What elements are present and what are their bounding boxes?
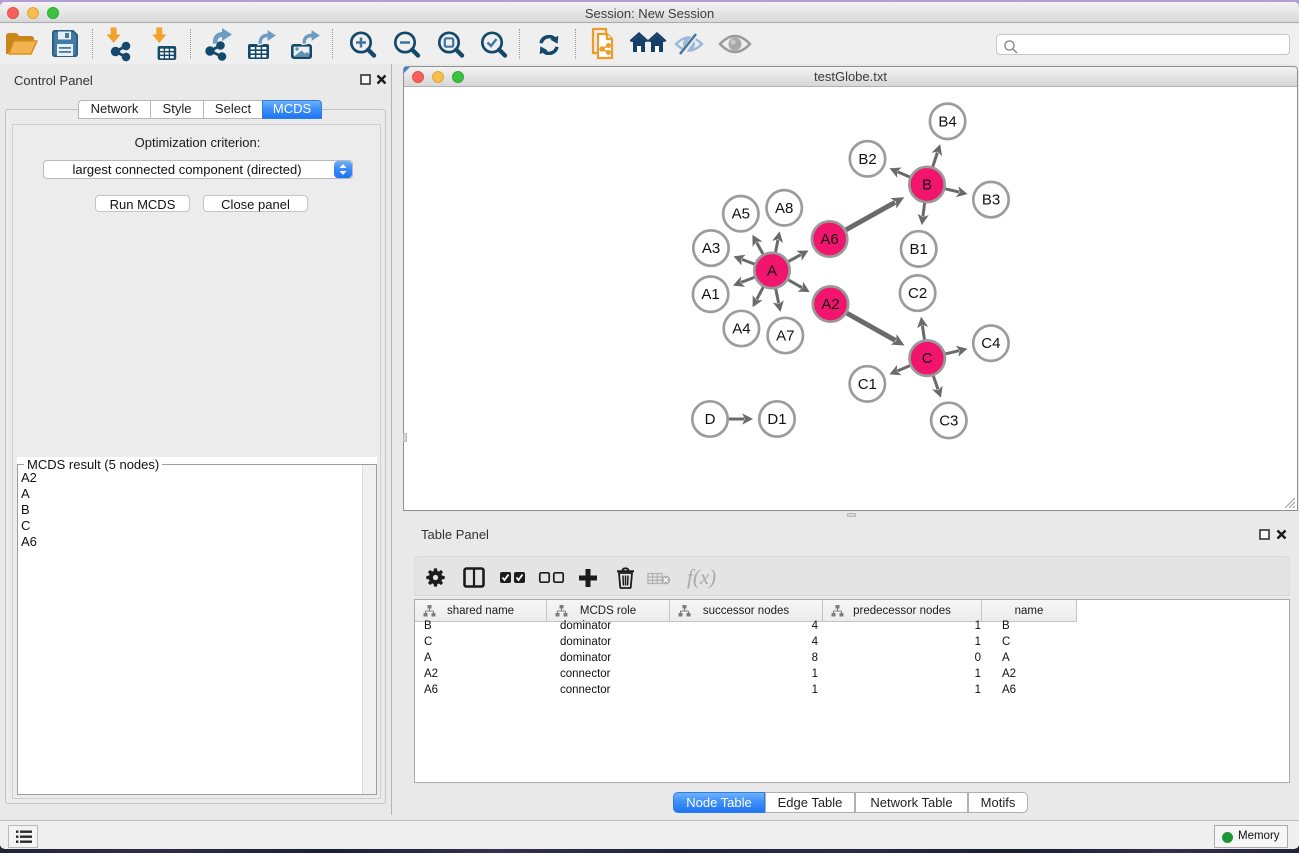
- svg-text:C1: C1: [858, 376, 877, 393]
- svg-text:A: A: [767, 263, 777, 280]
- svg-text:C3: C3: [939, 412, 958, 429]
- svg-text:A4: A4: [732, 321, 750, 338]
- svg-text:A8: A8: [775, 200, 793, 217]
- svg-text:C2: C2: [908, 285, 927, 302]
- svg-text:A7: A7: [776, 328, 794, 345]
- svg-text:A2: A2: [821, 296, 839, 313]
- svg-text:B3: B3: [982, 192, 1000, 209]
- svg-text:B: B: [922, 177, 932, 194]
- svg-text:C4: C4: [981, 335, 1000, 352]
- svg-text:C: C: [922, 350, 933, 367]
- svg-text:B2: B2: [858, 151, 876, 168]
- svg-text:D1: D1: [767, 411, 786, 428]
- svg-text:A1: A1: [701, 286, 719, 303]
- svg-text:B4: B4: [938, 113, 956, 130]
- svg-text:A5: A5: [732, 206, 750, 223]
- svg-text:A6: A6: [820, 231, 838, 248]
- svg-text:A3: A3: [702, 240, 720, 257]
- svg-text:B1: B1: [910, 241, 928, 258]
- svg-text:D: D: [705, 411, 716, 428]
